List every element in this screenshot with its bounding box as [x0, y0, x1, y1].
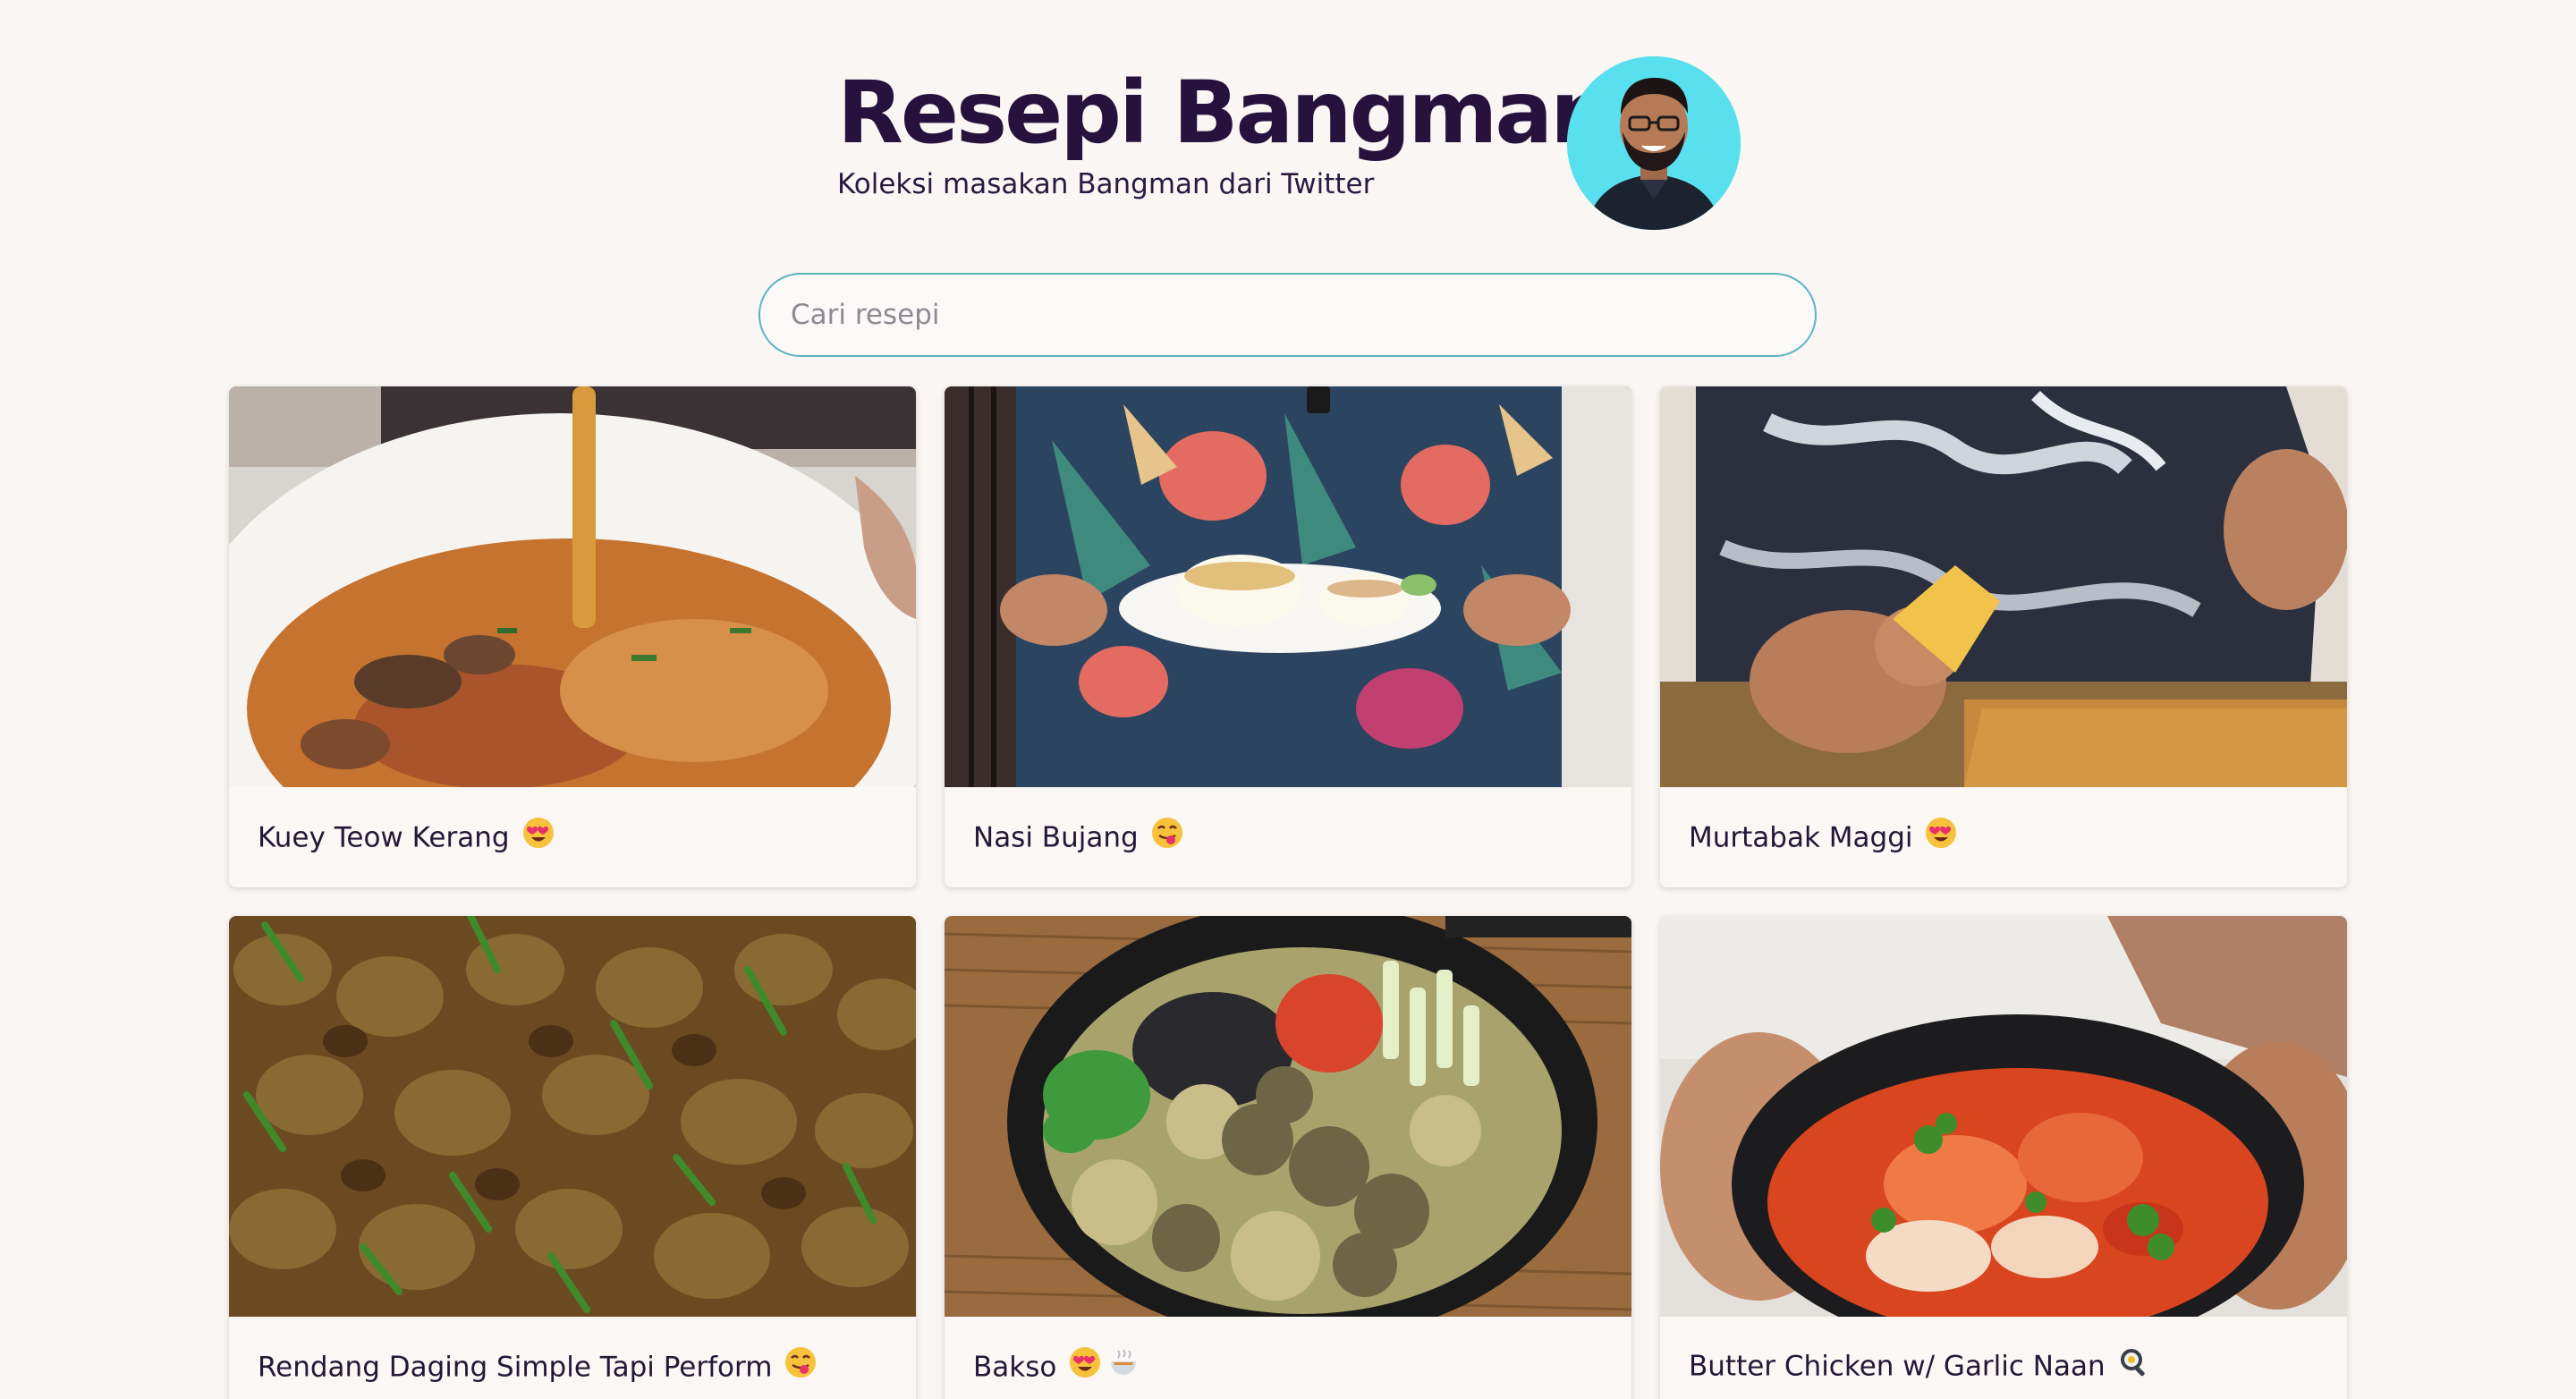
heart-eyes-face-icon — [522, 817, 555, 856]
nasi-bujang-photo-icon — [945, 386, 1631, 787]
site-header: Resepi Bangman Koleksi masakan Bangman d… — [837, 54, 1741, 233]
recipe-title: Bakso — [973, 1346, 1139, 1388]
heart-eyes-face-icon — [1069, 1346, 1101, 1386]
heart-eyes-face-icon — [1925, 817, 1957, 856]
recipe-card[interactable]: Butter Chicken w/ Garlic Naan — [1660, 916, 2347, 1399]
tongue-face-icon — [784, 1346, 817, 1386]
bakso-photo-icon — [945, 916, 1631, 1317]
search-input[interactable] — [760, 275, 1815, 355]
page: Resepi Bangman Koleksi masakan Bangman d… — [0, 0, 2576, 1399]
recipe-title-text: Kuey Teow Kerang — [258, 821, 510, 854]
recipe-title-text: Rendang Daging Simple Tapi Perform — [258, 1351, 773, 1384]
recipe-thumbnail — [945, 916, 1631, 1317]
avatar — [1567, 56, 1741, 230]
steaming-bowl-icon — [1108, 1347, 1139, 1385]
recipe-card[interactable]: Nasi Bujang — [945, 386, 1631, 887]
recipe-card[interactable]: Kuey Teow Kerang — [229, 386, 916, 887]
recipe-title: Kuey Teow Kerang — [258, 817, 555, 859]
recipe-thumbnail — [1660, 916, 2347, 1317]
chef-portrait-icon — [1567, 56, 1741, 230]
recipe-title-text: Murtabak Maggi — [1689, 821, 1913, 854]
recipe-thumbnail — [945, 386, 1631, 787]
recipe-thumbnail — [1660, 386, 2347, 787]
recipe-title-text: Bakso — [973, 1351, 1057, 1384]
recipe-card[interactable]: Murtabak Maggi — [1660, 386, 2347, 887]
recipe-title: Murtabak Maggi — [1689, 817, 1957, 859]
butter-chicken-photo-icon — [1660, 916, 2347, 1317]
recipe-card[interactable]: Rendang Daging Simple Tapi Perform — [229, 916, 916, 1399]
recipe-card[interactable]: Bakso — [945, 916, 1631, 1399]
recipe-title: Nasi Bujang — [973, 817, 1183, 859]
recipe-title-text: Nasi Bujang — [973, 821, 1139, 854]
search-bar — [758, 273, 1817, 357]
recipe-title-text: Butter Chicken w/ Garlic Naan — [1689, 1350, 2106, 1383]
site-title: Resepi Bangman — [837, 63, 1611, 163]
site-subtitle: Koleksi masakan Bangman dari Twitter — [837, 168, 1375, 200]
cooking-pan-icon — [2118, 1346, 2148, 1384]
title-block: Resepi Bangman Koleksi masakan Bangman d… — [837, 63, 1611, 200]
rendang-photo-icon — [229, 916, 916, 1317]
kuey-teow-photo-icon — [229, 386, 916, 787]
recipe-title: Butter Chicken w/ Garlic Naan — [1689, 1349, 2148, 1386]
recipe-thumbnail — [229, 916, 916, 1317]
tongue-face-icon — [1151, 817, 1183, 856]
recipe-thumbnail — [229, 386, 916, 787]
recipe-title: Rendang Daging Simple Tapi Perform — [258, 1346, 817, 1388]
murtabak-photo-icon — [1660, 386, 2347, 787]
